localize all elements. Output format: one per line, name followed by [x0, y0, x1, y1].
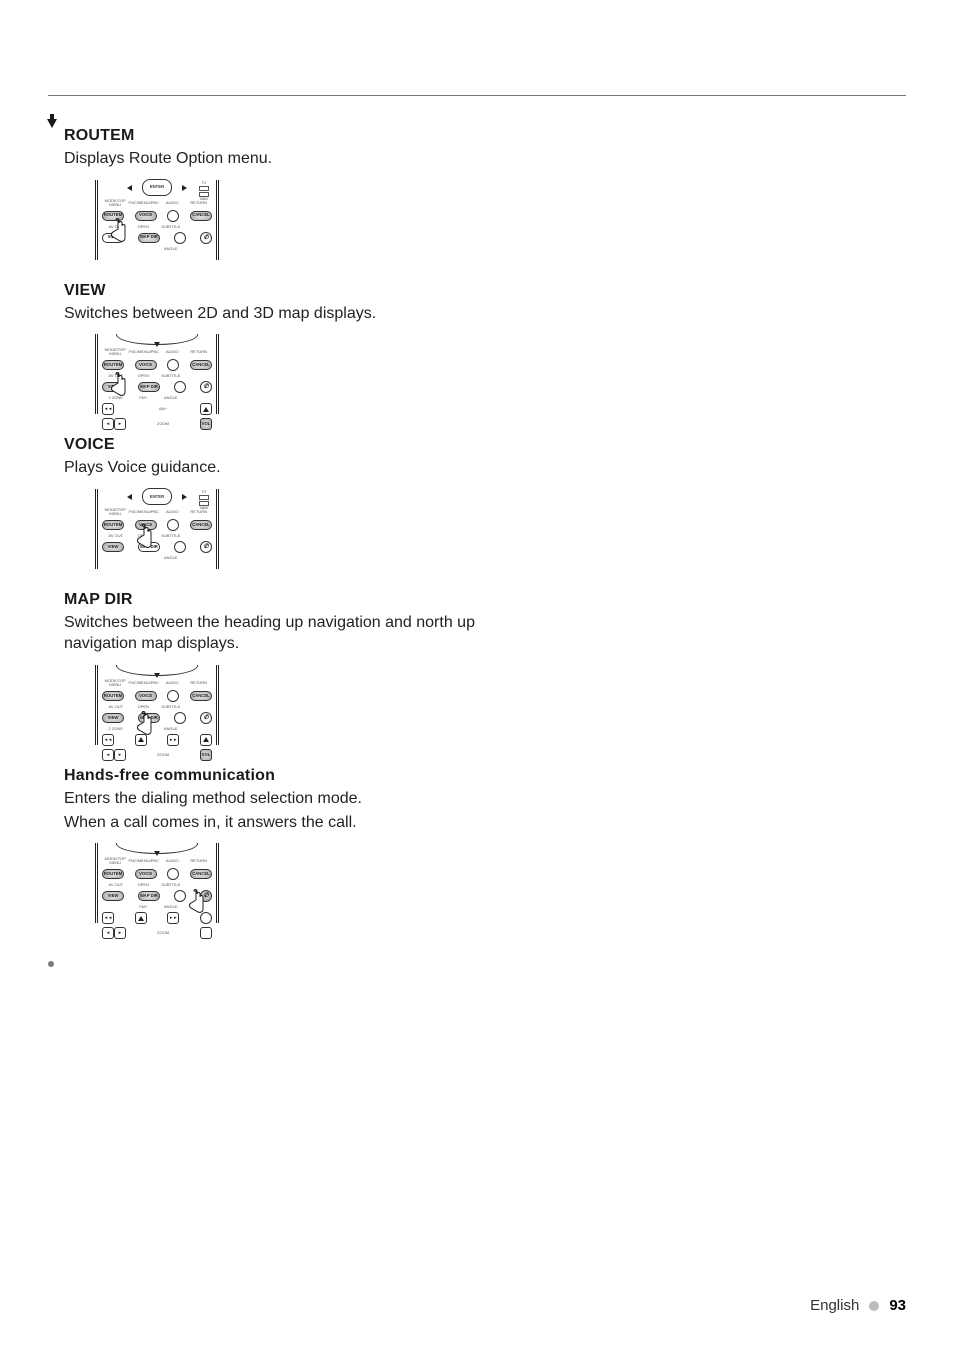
handsfree-desc-2: When a call comes in, it answers the cal…	[64, 812, 484, 834]
vol-button: VOL	[200, 749, 212, 761]
routem-button: ROUTEM	[102, 691, 124, 701]
page-footer: English 93	[810, 1297, 906, 1314]
vol-button: VOL	[200, 418, 212, 430]
phone-icon: ✆	[200, 541, 212, 553]
voice-desc: Plays Voice guidance.	[64, 457, 484, 479]
handsfree-heading: Hands-free communication	[64, 767, 484, 785]
mapdir-button: MAP DIR	[138, 713, 160, 723]
section-tab-marker	[47, 119, 57, 128]
voice-button: VOICE	[135, 360, 157, 370]
routem-button: ROUTEM	[102, 869, 124, 879]
view-button: VIEW	[102, 233, 124, 243]
view-desc: Switches between 2D and 3D map displays.	[64, 303, 484, 325]
routem-button: ROUTEM	[102, 211, 124, 221]
margin-dot-icon	[48, 961, 54, 967]
view-button: VIEW	[102, 382, 124, 392]
mapdir-heading: MAP DIR	[64, 591, 484, 609]
arrow-right-icon	[182, 185, 187, 191]
section-handsfree: Hands-free communication Enters the dial…	[64, 767, 484, 923]
tv-navi-switch: TV NAVI	[199, 182, 209, 202]
enter-button: ENTER	[142, 179, 172, 196]
angle-label: ANGLE	[157, 247, 185, 251]
av-out-label: AV OUT	[102, 225, 130, 229]
remote-diagram-handsfree: MODE/TOP MENU FNC/MENU/PBC AUDIO RETURN …	[95, 843, 219, 923]
navi-label: NAVI	[200, 198, 208, 202]
remote-diagram-routem: ENTER TV NAVI MODE/TOP MENU FNC/MENU/PBC…	[95, 180, 219, 260]
phone-icon: ✆	[200, 890, 212, 902]
mode-top-menu-label: MODE/TOP MENU	[102, 199, 129, 207]
voice-button: VOICE	[135, 211, 157, 221]
phone-icon: ✆	[200, 712, 212, 724]
section-routem: ROUTEM Displays Route Option menu. ENTER…	[64, 127, 484, 260]
routem-button: ROUTEM	[102, 360, 124, 370]
voice-button: VOICE	[135, 691, 157, 701]
arrow-left-icon	[127, 185, 132, 191]
mapdir-button: MAP DIR	[138, 382, 160, 392]
down-arc-arrow	[116, 665, 198, 676]
cancel-button: CANCEL	[190, 211, 212, 221]
footer-page-number: 93	[889, 1297, 906, 1314]
view-button: VIEW	[102, 891, 124, 901]
subtitle-label: SUBTITLE	[157, 225, 185, 229]
audio-button	[167, 210, 179, 222]
section-mapdir: MAP DIR Switches between the heading up …	[64, 591, 484, 745]
mapdir-button: MAP DIR	[138, 891, 160, 901]
audio-label: AUDIO	[159, 201, 186, 205]
footer-bullet-icon	[869, 1301, 879, 1311]
remote-diagram-mapdir: MODE/TOP MENU FNC/MENU/PBC AUDIO RETURN …	[95, 665, 219, 745]
voice-button: VOICE	[135, 520, 157, 530]
view-button: VIEW	[102, 713, 124, 723]
open-label: OPEN	[130, 225, 158, 229]
view-heading: VIEW	[64, 282, 484, 300]
voice-button: VOICE	[135, 869, 157, 879]
enter-button: ENTER	[142, 488, 172, 505]
tv-label: TV	[202, 182, 207, 186]
section-voice: VOICE Plays Voice guidance. ENTER TV NAV…	[64, 436, 484, 569]
cancel-button: CANCEL	[190, 869, 212, 879]
view-button: VIEW	[102, 542, 124, 552]
mapdir-desc: Switches between the heading up navigati…	[64, 612, 484, 655]
down-arc-arrow	[116, 334, 198, 345]
tv-navi-switch: TV NAVI	[199, 491, 209, 511]
cancel-button: CANCEL	[190, 360, 212, 370]
remote-diagram-view: MODE/TOP MENU FNC/MENU/PBC AUDIO RETURN …	[95, 334, 219, 414]
phone-icon: ✆	[200, 381, 212, 393]
cancel-button: CANCEL	[190, 691, 212, 701]
mapdir-button: MAP DIR	[138, 233, 160, 243]
down-arc-arrow	[116, 843, 198, 854]
phone-icon: ✆	[200, 232, 212, 244]
cancel-button: CANCEL	[190, 520, 212, 530]
routem-heading: ROUTEM	[64, 127, 484, 145]
handsfree-desc-1: Enters the dialing method selection mode…	[64, 788, 484, 810]
mapdir-button: MAP DIR	[138, 542, 160, 552]
remote-diagram-voice: ENTER TV NAVI MODE/TOP MENU FNC/MENU/PBC…	[95, 489, 219, 569]
subtitle-button	[174, 232, 186, 244]
header-rule	[48, 95, 906, 96]
routem-desc: Displays Route Option menu.	[64, 148, 484, 170]
footer-language: English	[810, 1297, 859, 1314]
routem-button: ROUTEM	[102, 520, 124, 530]
fnc-menu-pbc-label: FNC/MENU/PBC	[129, 201, 159, 205]
voice-heading: VOICE	[64, 436, 484, 454]
section-view: VIEW Switches between 2D and 3D map disp…	[64, 282, 484, 415]
page-content: ROUTEM Displays Route Option menu. ENTER…	[64, 127, 484, 945]
